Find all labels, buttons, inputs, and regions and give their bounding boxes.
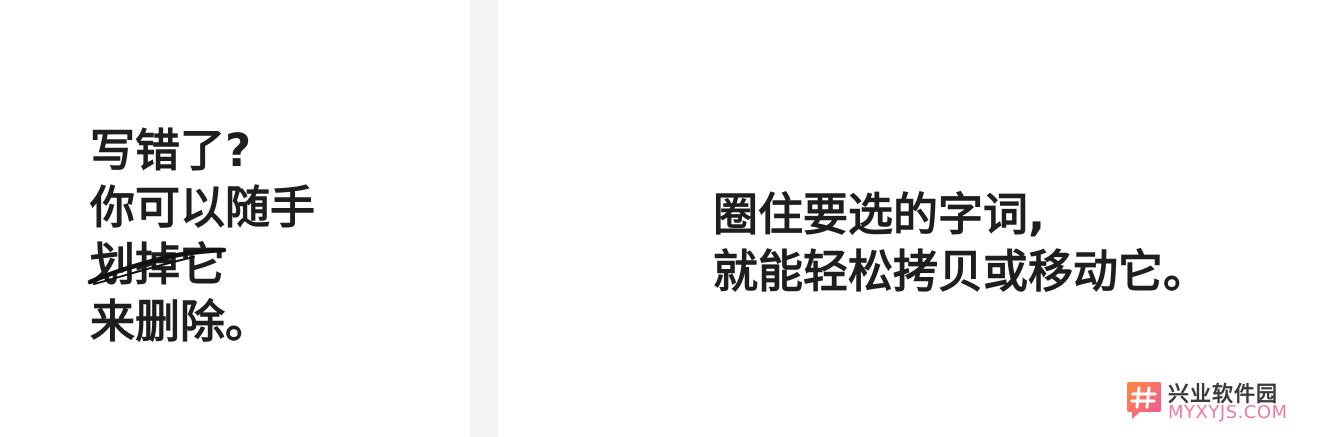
left-tip-text: 写错了? 你可以随手 划掉它 来删除。 [87,122,316,350]
tip-line-3-rest: 它 [180,238,226,291]
tip-line-4: 来删除。 [90,295,271,348]
scribbled-word-text: 划掉 [90,238,181,291]
right-tip-panel: 圈住要选的字词, 就能轻松拷贝或移动它。 [498,0,1328,437]
tip-line-1: 写错了? [90,124,252,177]
tip-line-2: 就能轻松拷贝或移动它。 [713,245,1209,298]
watermark-url: MYXYJS.COM [1168,402,1288,423]
tip-line-3: 划掉它 [87,236,315,293]
panel-divider [470,0,498,437]
left-tip-panel: 写错了? 你可以随手 划掉它 来删除。 [0,0,470,437]
right-tip-text: 圈住要选的字词, 就能轻松拷贝或移动它。 [713,186,1208,300]
tip-line-1: 圈住要选的字词, [713,188,1046,241]
site-watermark: 兴业软件园 MYXYJS.COM [1126,378,1316,428]
hash-icon [1127,382,1161,419]
scribbled-word: 划掉 [87,236,227,293]
tip-line-2: 你可以随手 [90,181,316,234]
